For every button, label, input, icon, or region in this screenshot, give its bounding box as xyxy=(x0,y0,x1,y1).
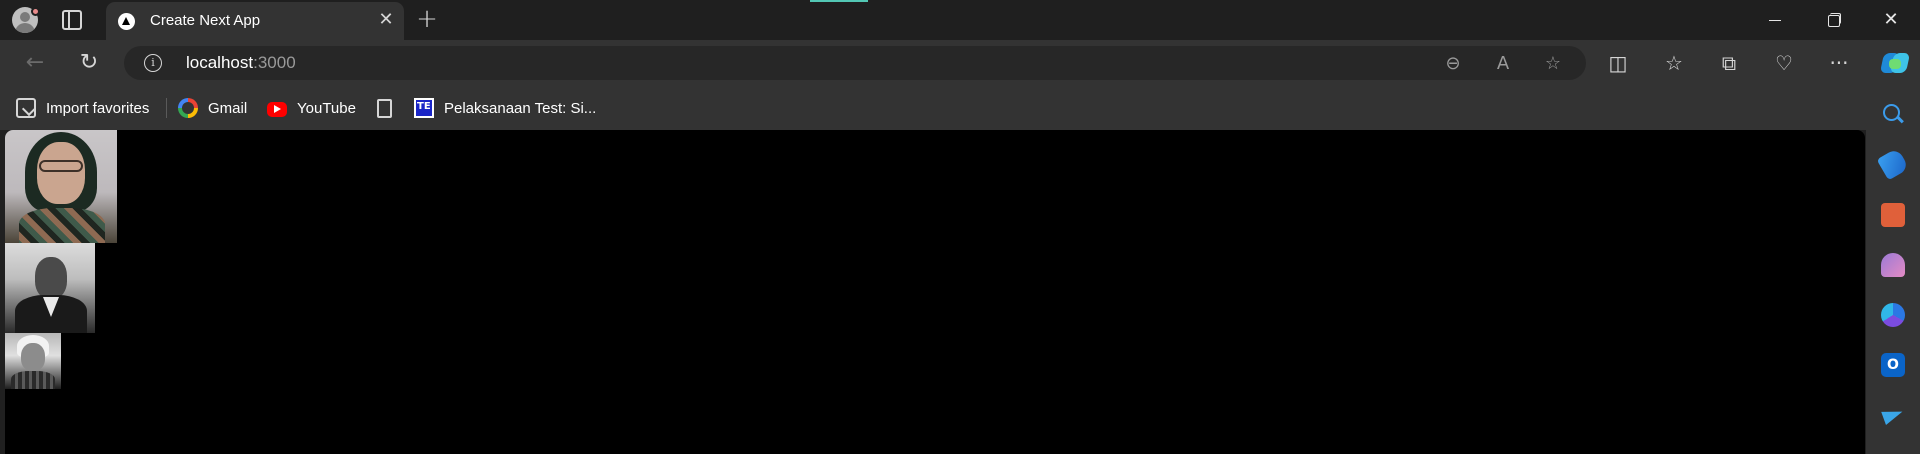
chess-icon[interactable] xyxy=(1881,253,1905,277)
read-aloud-icon[interactable]: A xyxy=(1492,53,1514,75)
split-screen-icon[interactable]: ◫ xyxy=(1604,49,1632,77)
back-button[interactable]: ← xyxy=(20,48,50,78)
reload-button[interactable]: ↻ xyxy=(74,48,104,78)
bookmark-pelaksanaan-test[interactable]: Pelaksanaan Test: Si... xyxy=(414,97,596,119)
bookmark-import-favorites[interactable]: Import favorites xyxy=(16,97,149,119)
portrait-image-3 xyxy=(5,333,61,389)
portrait-image-2 xyxy=(5,243,95,333)
youtube-icon xyxy=(267,101,287,117)
tab-strip: Create Next App ✕ + ✕ xyxy=(0,0,1920,40)
restore-button[interactable] xyxy=(1806,0,1860,40)
portrait-image-1 xyxy=(5,130,117,243)
te-icon xyxy=(414,98,434,118)
window-close-button[interactable]: ✕ xyxy=(1864,0,1918,40)
profile-button[interactable] xyxy=(10,7,40,33)
tab-actions-icon[interactable] xyxy=(62,10,82,30)
outlook-icon[interactable]: O xyxy=(1881,353,1905,377)
bookmark-label: Import favorites xyxy=(46,99,150,117)
minimize-button[interactable] xyxy=(1747,0,1801,40)
favorites-bar: Import favorites Gmail YouTube Pelaksana… xyxy=(0,86,1920,130)
site-info-icon[interactable]: i xyxy=(144,54,162,72)
search-icon[interactable] xyxy=(1881,102,1905,126)
notification-dot xyxy=(31,7,40,16)
bookmark-label: Gmail xyxy=(208,99,248,117)
tab-create-next-app[interactable]: Create Next App ✕ xyxy=(106,2,404,40)
favorites-icon[interactable]: ☆ xyxy=(1660,49,1688,77)
send-icon[interactable] xyxy=(1881,403,1905,427)
bookmark-document[interactable] xyxy=(377,97,402,119)
edge-sidebar: O xyxy=(1866,86,1920,454)
nextjs-favicon-icon xyxy=(118,13,135,30)
zoom-icon[interactable]: ⊖ xyxy=(1442,53,1464,75)
browser-essentials-icon[interactable]: ♡ xyxy=(1770,49,1798,77)
m365-icon[interactable] xyxy=(1881,303,1905,327)
google-icon xyxy=(178,98,198,118)
bookmark-label: YouTube xyxy=(297,99,356,117)
tab-title: Create Next App xyxy=(150,12,261,29)
bookmark-youtube[interactable]: YouTube xyxy=(267,97,356,119)
bookmark-gmail[interactable]: Gmail xyxy=(178,97,247,119)
accent-mark xyxy=(810,0,868,2)
tag-icon[interactable] xyxy=(1876,147,1910,181)
more-options-icon[interactable]: ··· xyxy=(1825,49,1853,77)
address-bar[interactable]: i localhost:3000 ⊖ A ☆ xyxy=(124,46,1586,80)
collections-icon[interactable]: ⧉ xyxy=(1715,49,1743,77)
url-text[interactable]: localhost:3000 xyxy=(186,53,296,73)
import-icon xyxy=(16,98,36,118)
add-favorite-icon[interactable]: ☆ xyxy=(1542,53,1564,75)
new-tab-button[interactable]: + xyxy=(414,6,440,32)
copilot-icon[interactable] xyxy=(1879,49,1911,77)
bookmark-divider xyxy=(166,98,167,118)
toolbox-icon[interactable] xyxy=(1881,203,1905,227)
document-icon xyxy=(377,98,392,118)
tab-close-icon[interactable]: ✕ xyxy=(376,10,396,30)
url-host: localhost xyxy=(186,53,254,72)
page-viewport xyxy=(5,130,1865,454)
navigation-toolbar: ← ↻ i localhost:3000 ⊖ A ☆ ◫ ☆ ⧉ ♡ ··· xyxy=(0,40,1920,86)
url-port: :3000 xyxy=(253,53,296,72)
bookmark-label: Pelaksanaan Test: Si... xyxy=(444,99,597,117)
